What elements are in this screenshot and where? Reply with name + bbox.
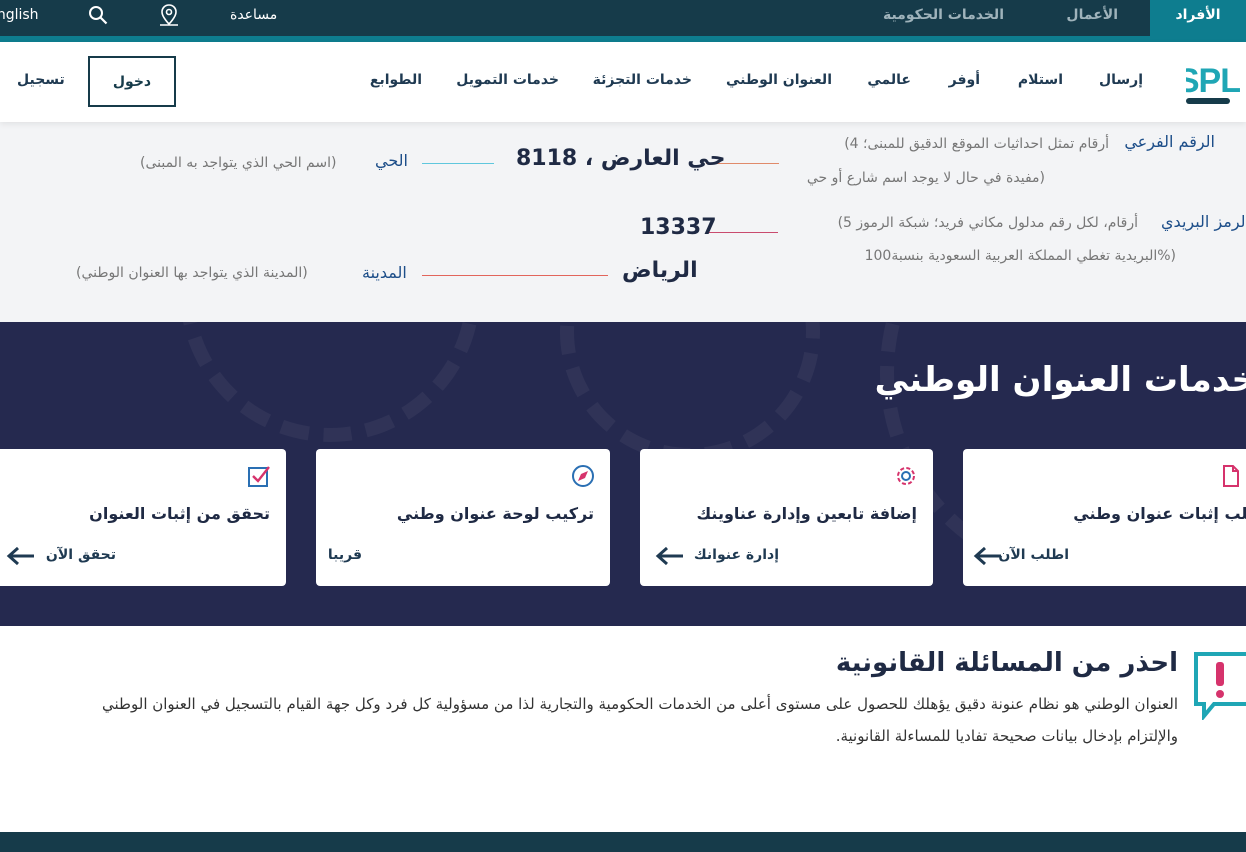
coming-soon-label: قريبا — [327, 547, 362, 563]
arrow-left-icon[interactable] — [6, 546, 36, 566]
arrow-left-icon[interactable] — [655, 546, 685, 566]
english-language-link[interactable]: English — [0, 0, 39, 36]
national-address-services: خدمات العنوان الوطني طلب إثبات عنوان وطن… — [0, 322, 1246, 626]
postal-code-value: 13337 — [640, 215, 717, 240]
service-card-title: تحقق من إثبات العنوان — [89, 504, 270, 523]
city-desc: (المدينة الذي يتواجد بها العنوان الوطني) — [76, 265, 308, 281]
help-link[interactable]: مساعدة — [230, 0, 277, 36]
service-card-action[interactable]: اطلب الآن — [998, 547, 1069, 563]
nav-national-address[interactable]: العنوان الوطني — [726, 72, 832, 88]
service-card-action[interactable]: إدارة عنوانك — [694, 547, 779, 563]
sub-number-desc-1: (4 أرقام تمثل احداثيات الموقع الدقيق للم… — [844, 136, 1109, 152]
nav-save[interactable]: أوفر — [949, 72, 980, 88]
service-card-verify-proof[interactable]: تحقق من إثبات العنوان تحقق الآن — [0, 449, 286, 586]
service-card-title: إضافة تابعين وإدارة عناوينك — [696, 504, 917, 523]
service-card-title: طلب إثبات عنوان وطني — [1073, 504, 1246, 523]
nav-send[interactable]: إرسال — [1099, 72, 1143, 88]
footer-strip — [0, 832, 1246, 852]
arrow-left-icon[interactable] — [973, 546, 1003, 566]
postal-code-desc-1: (5 أرقام، لكل رقم مدلول مكاني فريد؛ شبكة… — [837, 215, 1138, 231]
service-card-request-proof[interactable]: طلب إثبات عنوان وطني اطلب الآن — [963, 449, 1246, 586]
top-bar: الأفراد الأعمال الخدمات الحكومية مساعدة … — [0, 0, 1246, 42]
city-label: المدينة — [362, 263, 407, 282]
checkbox-icon — [248, 466, 270, 487]
nav-stamps[interactable]: الطوابع — [370, 72, 422, 88]
tab-business[interactable]: الأعمال — [1066, 0, 1118, 36]
services-title: خدمات العنوان الوطني — [874, 360, 1246, 400]
tab-individuals[interactable]: الأفراد — [1150, 0, 1246, 36]
district-value: 8118 ، حي العارض — [516, 146, 726, 171]
decor-ring — [180, 322, 480, 442]
service-card-title: تركيب لوحة عنوان وطني — [396, 504, 594, 523]
postal-code-label: الرمز البريدي — [1161, 212, 1246, 231]
postal-code-connector — [707, 232, 778, 233]
district-desc: (اسم الحي الذي يتواجد به المبنى) — [140, 155, 337, 171]
search-icon[interactable] — [88, 5, 108, 25]
logo-underline — [1186, 98, 1230, 104]
login-button[interactable]: دخول — [88, 56, 176, 107]
district-label: الحي — [375, 151, 408, 170]
legal-warning-title: احذر من المسائلة القانونية — [835, 648, 1178, 678]
postal-code-desc-2: البريدية تغطي المملكة العربية السعودية ب… — [864, 248, 1176, 264]
service-card-install-plate[interactable]: تركيب لوحة عنوان وطني قريبا — [316, 449, 610, 586]
nav-retail-services[interactable]: خدمات التجزئة — [593, 72, 692, 88]
gear-icon — [897, 467, 915, 485]
city-connector — [422, 275, 608, 276]
decor-ring — [560, 322, 820, 462]
document-icon — [1223, 465, 1239, 487]
sub-number-label: الرقم الفرعي — [1124, 132, 1215, 151]
service-card-action[interactable]: تحقق الآن — [46, 547, 116, 563]
nav-finance-services[interactable]: خدمات التمويل — [456, 72, 559, 88]
city-value: الرياض — [622, 258, 698, 283]
compass-icon — [572, 465, 594, 487]
register-link[interactable]: تسجيل — [17, 72, 65, 88]
address-format-section: الرقم الفرعي (4 أرقام تمثل احداثيات المو… — [0, 122, 1246, 322]
district-connector — [422, 163, 494, 164]
location-pin-icon[interactable] — [157, 3, 181, 27]
service-card-manage-dependents[interactable]: إضافة تابعين وإدارة عناوينك إدارة عنوانك — [640, 449, 933, 586]
nav-receive[interactable]: استلام — [1018, 72, 1063, 88]
main-header: SPL إرسال استلام أوفر عالمي العنوان الوط… — [0, 42, 1246, 122]
logo-text: SPL — [1186, 62, 1241, 100]
nav-global[interactable]: عالمي — [867, 72, 911, 88]
tab-government-services[interactable]: الخدمات الحكومية — [883, 0, 1004, 36]
spl-logo[interactable]: SPL — [1186, 62, 1246, 106]
warning-chat-icon — [1194, 652, 1246, 720]
sub-number-desc-2: مفيدة في حال لا يوجد اسم شارع أو حي) — [806, 170, 1045, 186]
legal-warning-text: العنوان الوطني هو نظام عنونة دقيق يؤهلك … — [102, 695, 1178, 745]
